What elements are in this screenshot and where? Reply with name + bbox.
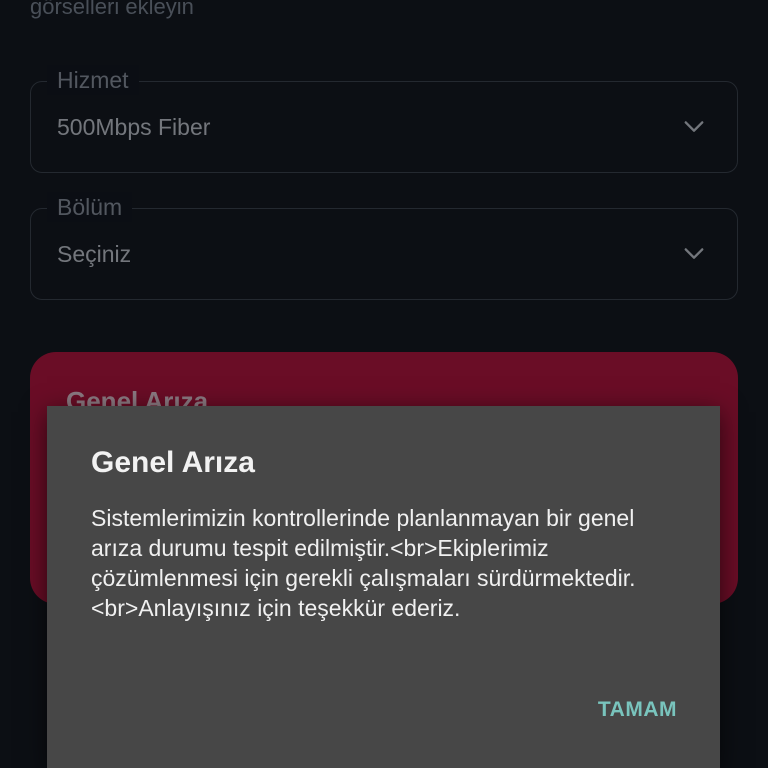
section-select[interactable]: Bölüm Seçiniz [30,192,738,300]
dialog-message: Sistemlerimizin kontrollerinde planlanma… [91,505,636,621]
service-label: Hizmet [47,65,139,95]
chevron-down-icon [684,248,704,259]
service-select[interactable]: Hizmet 500Mbps Fiber [30,65,738,173]
section-label: Bölüm [47,192,133,222]
service-value: 500Mbps Fiber [57,114,211,140]
chevron-down-icon [684,121,704,132]
ok-button[interactable]: TAMAM [598,698,677,722]
attachment-hint: görselleri ekleyin [30,0,194,19]
outage-dialog: Genel Arıza Sistemlerimizin kontrollerin… [47,406,720,768]
app-screen: görselleri ekleyin Hizmet 500Mbps Fiber … [0,0,768,768]
dialog-title: Genel Arıza [91,446,255,479]
section-value: Seçiniz [57,241,132,267]
